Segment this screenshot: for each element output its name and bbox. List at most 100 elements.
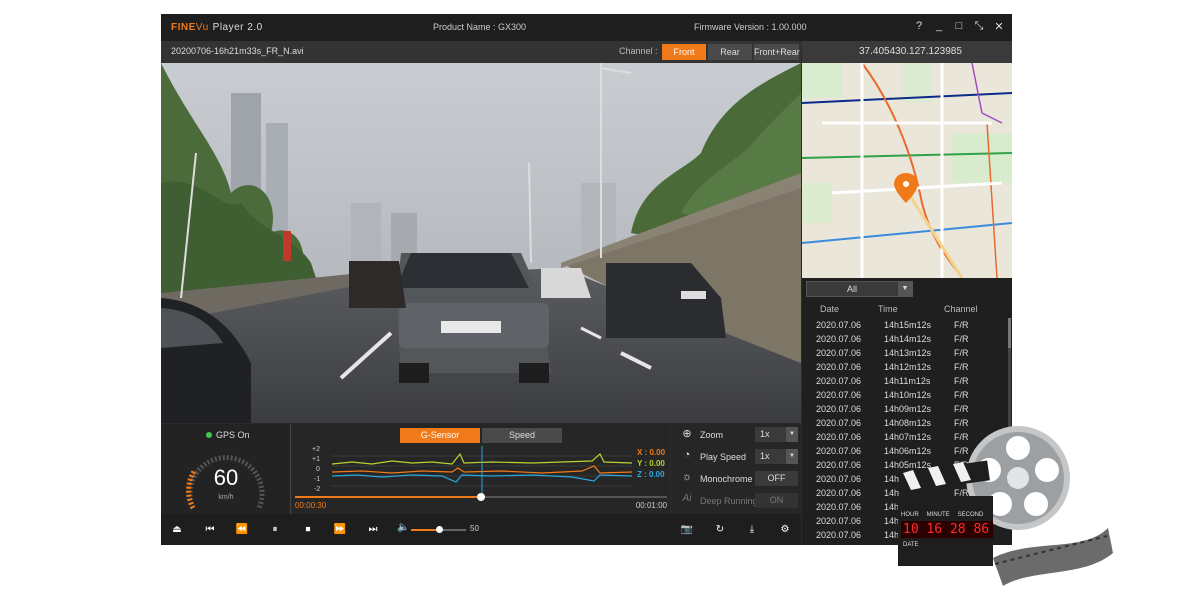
clapper-hour-label: HOUR xyxy=(901,512,919,518)
player-window: FINEVu Player 2.0 Product Name : GX300 Fi… xyxy=(161,14,1012,545)
deep-running-setting: Ai Deep Running ON xyxy=(671,490,801,512)
y-tick-minus2: -2 xyxy=(314,486,321,493)
product-name: Product Name : GX300 xyxy=(433,22,527,32)
logo-version: Player 2.0 xyxy=(212,22,263,33)
list-item-time: 14h09m12s xyxy=(884,404,932,414)
chevron-down-icon: ▼ xyxy=(898,282,912,296)
help-button[interactable]: ? xyxy=(914,20,924,33)
list-item-date: 2020.07.06 xyxy=(816,334,862,344)
zoom-icon: ⊕ xyxy=(682,428,692,440)
list-item-date: 2020.07.06 xyxy=(816,390,862,400)
deep-running-toggle[interactable]: ON xyxy=(755,493,798,508)
speed-gauge-icon: ◔ xyxy=(683,449,691,461)
skip-previous-icon[interactable]: ⏮ xyxy=(202,522,218,538)
clapper-minute-label: MINUTE xyxy=(926,512,950,518)
list-item[interactable]: 2020.07.06 14h15m12s F/R xyxy=(802,318,1007,332)
fullscreen-button[interactable]: ⤡ xyxy=(974,20,984,33)
stop-icon[interactable]: ⏹ xyxy=(300,522,316,538)
brightness-icon: ☼ xyxy=(681,471,693,483)
list-item-date: 2020.07.06 xyxy=(816,516,862,526)
timeline-progress xyxy=(295,496,481,498)
list-item-date: 2020.07.06 xyxy=(816,474,862,484)
list-item-date: 2020.07.06 xyxy=(816,362,862,372)
list-item-time: 14h11m12s xyxy=(884,376,931,386)
film-clapper-decoration: HOUR MINUTE SECOND 10 16 28 86 DATE xyxy=(893,418,1123,593)
gps-map[interactable] xyxy=(802,63,1012,278)
rotate-icon[interactable]: ↻ xyxy=(712,522,728,538)
sensor-graph-panel: G-Sensor Speed +2 +1 0 -1 -2 X : 0.00 Y … xyxy=(292,424,670,514)
channel-front-rear-button[interactable]: Front+Rear xyxy=(754,44,800,60)
tab-speed[interactable]: Speed xyxy=(482,428,562,443)
channel-front-button[interactable]: Front xyxy=(662,44,706,60)
list-item-channel: F/R xyxy=(954,404,969,414)
list-header: Date Time Channel xyxy=(802,301,1012,317)
speed-value: 60 xyxy=(213,465,239,490)
list-item-time: 14h13m12s xyxy=(884,348,932,358)
channel-rear-button[interactable]: Rear xyxy=(708,44,752,60)
clapper-labels: HOUR MINUTE SECOND xyxy=(901,512,989,518)
deep-running-label: Deep Running xyxy=(700,496,758,506)
list-item-date: 2020.07.06 xyxy=(816,488,862,498)
y-axis-value: Y : 0.00 xyxy=(637,459,665,468)
monochrome-toggle[interactable]: OFF xyxy=(755,471,798,486)
skip-next-icon[interactable]: ⏭ xyxy=(365,522,381,538)
playback-settings-panel: ⊕ Zoom 1x ▼ ◔ Play Speed 1x ▼ ☼ Monochrome… xyxy=(671,424,801,514)
play-speed-dropdown[interactable]: 1x ▼ xyxy=(755,449,798,464)
list-item[interactable]: 2020.07.06 14h13m12s F/R xyxy=(802,346,1007,360)
gps-status-text: GPS On xyxy=(216,430,250,440)
list-item-date: 2020.07.06 xyxy=(816,460,862,470)
gps-status-dot xyxy=(206,432,212,438)
list-item[interactable]: 2020.07.06 14h11m12s F/R xyxy=(802,374,1007,388)
list-item[interactable]: 2020.07.06 14h14m12s F/R xyxy=(802,332,1007,346)
play-speed-label: Play Speed xyxy=(700,452,747,462)
volume-handle[interactable] xyxy=(435,526,443,533)
download-icon[interactable]: ⤓ xyxy=(744,522,760,538)
filter-dropdown[interactable]: All ▼ xyxy=(806,281,913,297)
zoom-value: 1x xyxy=(760,429,770,439)
gps-coordinates: 37.405430.127.123985 xyxy=(859,46,962,57)
pause-icon[interactable]: ⏸ xyxy=(267,522,283,538)
fast-forward-icon[interactable]: ⏩ xyxy=(332,522,348,538)
eject-icon[interactable]: ⏏ xyxy=(169,522,185,538)
list-item-channel: F/R xyxy=(954,376,969,386)
play-speed-setting: ◔ Play Speed 1x ▼ xyxy=(671,446,801,468)
list-item-date: 2020.07.06 xyxy=(816,446,862,456)
file-name: 20200706-16h21m33s_FR_N.avi xyxy=(171,46,304,56)
list-item-time: 14h15m12s xyxy=(884,320,932,330)
list-item[interactable]: 2020.07.06 14h12m12s F/R xyxy=(802,360,1007,374)
list-item-channel: F/R xyxy=(954,334,969,344)
x-axis-value: X : 0.00 xyxy=(637,448,666,457)
maximize-button[interactable]: □ xyxy=(954,20,964,33)
monochrome-setting: ☼ Monochrome OFF xyxy=(671,468,801,490)
settings-gear-icon[interactable]: ⚙ xyxy=(777,522,793,538)
g-sensor-chart xyxy=(332,446,632,496)
filter-value: All xyxy=(847,284,858,294)
timeline-track[interactable] xyxy=(295,493,667,501)
map-image xyxy=(802,63,1012,278)
chevron-down-icon: ▼ xyxy=(786,427,798,442)
list-item[interactable]: 2020.07.06 14h10m12s F/R xyxy=(802,388,1007,402)
header-time: Time xyxy=(878,304,898,314)
tab-g-sensor[interactable]: G-Sensor xyxy=(400,428,480,443)
zoom-dropdown[interactable]: 1x ▼ xyxy=(755,427,798,442)
window-buttons: ? _ □ ⤡ ✕ xyxy=(914,20,1004,33)
volume-slider[interactable] xyxy=(411,526,466,533)
close-button[interactable]: ✕ xyxy=(994,20,1004,33)
list-item-channel: F/R xyxy=(954,362,969,372)
minimize-button[interactable]: _ xyxy=(934,20,944,33)
clapper-date-label: DATE xyxy=(903,542,919,548)
list-item-date: 2020.07.06 xyxy=(816,404,862,414)
timeline-handle[interactable] xyxy=(477,493,485,501)
y-tick-zero: 0 xyxy=(316,466,320,473)
list-item[interactable]: 2020.07.06 14h09m12s F/R xyxy=(802,402,1007,416)
list-item-time: 14h14m12s xyxy=(884,334,932,344)
volume-value: 50 xyxy=(470,524,479,533)
title-bar: FINEVu Player 2.0 Product Name : GX300 Fi… xyxy=(161,14,1012,41)
list-item-time: 14h12m12s xyxy=(884,362,932,372)
camera-icon[interactable]: 📷 xyxy=(679,522,695,538)
logo-vu: Vu xyxy=(195,22,209,33)
list-item-date: 2020.07.06 xyxy=(816,320,862,330)
volume-icon[interactable]: 🔈 xyxy=(397,522,409,533)
rewind-icon[interactable]: ⏪ xyxy=(234,522,250,538)
video-frame[interactable] xyxy=(161,63,801,423)
